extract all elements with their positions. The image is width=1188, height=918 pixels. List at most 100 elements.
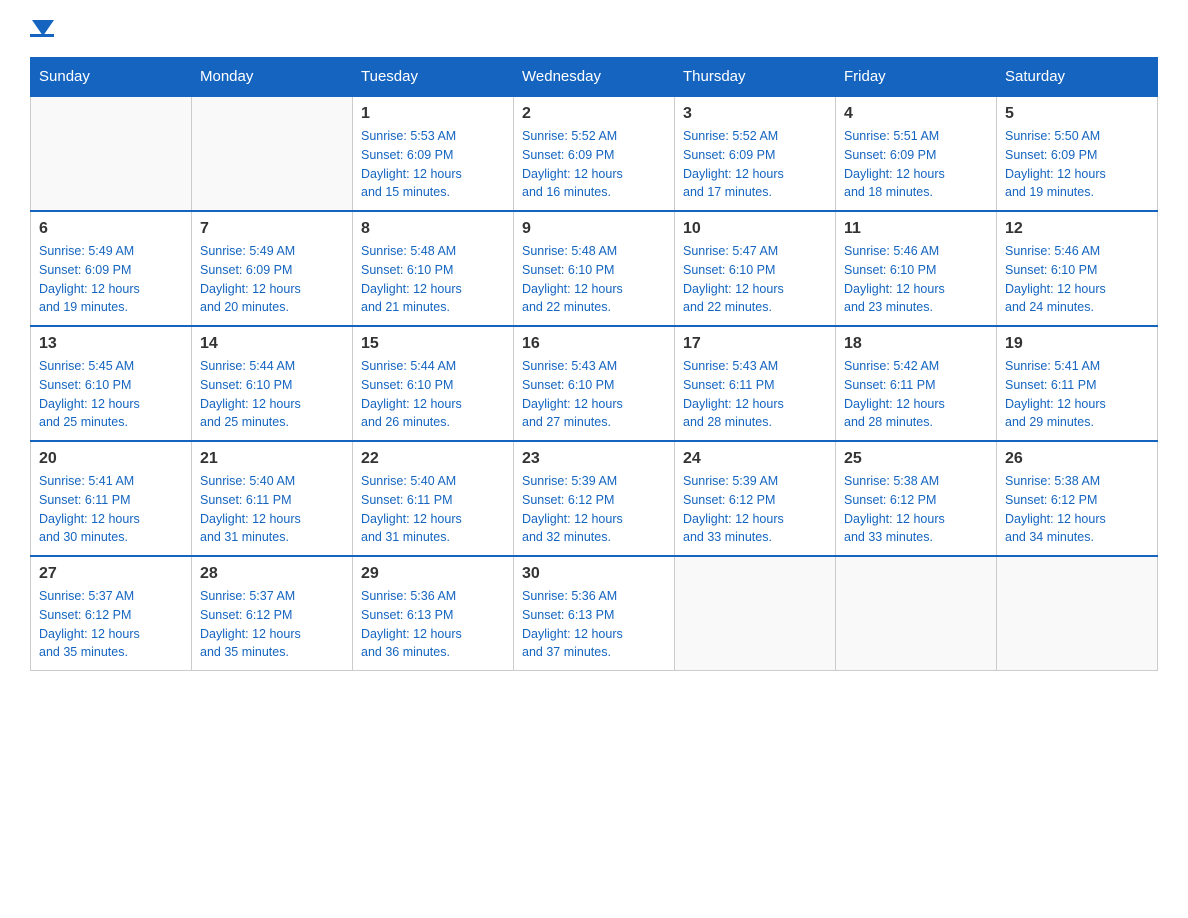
day-info: Sunrise: 5:37 AM Sunset: 6:12 PM Dayligh…: [200, 587, 344, 662]
calendar-cell: 29Sunrise: 5:36 AM Sunset: 6:13 PM Dayli…: [353, 556, 514, 671]
day-info: Sunrise: 5:46 AM Sunset: 6:10 PM Dayligh…: [844, 242, 988, 317]
day-header-saturday: Saturday: [997, 58, 1158, 97]
day-number: 16: [522, 335, 666, 353]
calendar-cell: [31, 96, 192, 211]
day-number: 5: [1005, 105, 1149, 123]
day-number: 21: [200, 450, 344, 468]
day-info: Sunrise: 5:42 AM Sunset: 6:11 PM Dayligh…: [844, 357, 988, 432]
day-number: 9: [522, 220, 666, 238]
logo: [30, 20, 54, 37]
calendar-cell: 17 Sunrise: 5:43 AM Sunset: 6:11 PM Dayli…: [675, 326, 836, 441]
day-number: 29: [361, 565, 505, 583]
day-header-thursday: Thursday: [675, 58, 836, 97]
calendar-cell: 11 Sunrise: 5:46 AM Sunset: 6:10 PM Dayli…: [836, 211, 997, 326]
day-info: Sunrise: 5:43 AM Sunset: 6:10 PM Dayligh…: [522, 357, 666, 432]
calendar-cell: 2 Sunrise: 5:52 AM Sunset: 6:09 PM Daylig…: [514, 96, 675, 211]
logo-underline: [30, 34, 54, 37]
day-info: Sunrise: 5:41 AM Sunset: 6:11 PM Dayligh…: [39, 472, 183, 547]
day-info: Sunrise: 5:50 AM Sunset: 6:09 PM Dayligh…: [1005, 127, 1149, 202]
calendar-cell: 10 Sunrise: 5:47 AM Sunset: 6:10 PM Dayli…: [675, 211, 836, 326]
day-info: Sunrise: 5:53 AM Sunset: 6:09 PM Dayligh…: [361, 127, 505, 202]
day-number: 11: [844, 220, 988, 238]
day-header-wednesday: Wednesday: [514, 58, 675, 97]
week-row-2: 6 Sunrise: 5:49 AM Sunset: 6:09 PM Daylig…: [31, 211, 1158, 326]
day-header-friday: Friday: [836, 58, 997, 97]
week-row-4: 20 Sunrise: 5:41 AM Sunset: 6:11 PM Dayli…: [31, 441, 1158, 556]
day-info: Sunrise: 5:52 AM Sunset: 6:09 PM Dayligh…: [683, 127, 827, 202]
day-number: 27: [39, 565, 183, 583]
day-info: Sunrise: 5:43 AM Sunset: 6:11 PM Dayligh…: [683, 357, 827, 432]
day-info: Sunrise: 5:49 AM Sunset: 6:09 PM Dayligh…: [200, 242, 344, 317]
calendar-cell: 18 Sunrise: 5:42 AM Sunset: 6:11 PM Dayli…: [836, 326, 997, 441]
calendar-cell: 26Sunrise: 5:38 AM Sunset: 6:12 PM Dayli…: [997, 441, 1158, 556]
calendar-cell: 27 Sunrise: 5:37 AM Sunset: 6:12 PM Dayli…: [31, 556, 192, 671]
calendar-cell: 4 Sunrise: 5:51 AM Sunset: 6:09 PM Daylig…: [836, 96, 997, 211]
page-header: [30, 20, 1158, 37]
day-info: Sunrise: 5:36 AM Sunset: 6:13 PM Dayligh…: [522, 587, 666, 662]
calendar-table: SundayMondayTuesdayWednesdayThursdayFrid…: [30, 57, 1158, 671]
calendar-cell: 22 Sunrise: 5:40 AM Sunset: 6:11 PM Dayli…: [353, 441, 514, 556]
calendar-cell: 3 Sunrise: 5:52 AM Sunset: 6:09 PM Daylig…: [675, 96, 836, 211]
calendar-cell: 21 Sunrise: 5:40 AM Sunset: 6:11 PM Dayli…: [192, 441, 353, 556]
day-info: Sunrise: 5:39 AM Sunset: 6:12 PM Dayligh…: [522, 472, 666, 547]
day-number: 13: [39, 335, 183, 353]
day-number: 6: [39, 220, 183, 238]
calendar-cell: [997, 556, 1158, 671]
week-row-3: 13 Sunrise: 5:45 AM Sunset: 6:10 PM Dayli…: [31, 326, 1158, 441]
day-info: Sunrise: 5:40 AM Sunset: 6:11 PM Dayligh…: [200, 472, 344, 547]
calendar-cell: 8 Sunrise: 5:48 AM Sunset: 6:10 PM Daylig…: [353, 211, 514, 326]
day-number: 23: [522, 450, 666, 468]
calendar-cell: 14Sunrise: 5:44 AM Sunset: 6:10 PM Dayli…: [192, 326, 353, 441]
day-number: 24: [683, 450, 827, 468]
day-info: Sunrise: 5:40 AM Sunset: 6:11 PM Dayligh…: [361, 472, 505, 547]
day-info: Sunrise: 5:45 AM Sunset: 6:10 PM Dayligh…: [39, 357, 183, 432]
calendar-cell: 9 Sunrise: 5:48 AM Sunset: 6:10 PM Daylig…: [514, 211, 675, 326]
day-number: 8: [361, 220, 505, 238]
week-row-1: 1 Sunrise: 5:53 AM Sunset: 6:09 PM Daylig…: [31, 96, 1158, 211]
calendar-cell: 6 Sunrise: 5:49 AM Sunset: 6:09 PM Daylig…: [31, 211, 192, 326]
calendar-cell: 7 Sunrise: 5:49 AM Sunset: 6:09 PM Daylig…: [192, 211, 353, 326]
day-number: 7: [200, 220, 344, 238]
day-number: 19: [1005, 335, 1149, 353]
day-number: 20: [39, 450, 183, 468]
day-number: 17: [683, 335, 827, 353]
calendar-cell: 19Sunrise: 5:41 AM Sunset: 6:11 PM Dayli…: [997, 326, 1158, 441]
calendar-cell: 24 Sunrise: 5:39 AM Sunset: 6:12 PM Dayli…: [675, 441, 836, 556]
day-header-tuesday: Tuesday: [353, 58, 514, 97]
day-info: Sunrise: 5:48 AM Sunset: 6:10 PM Dayligh…: [361, 242, 505, 317]
day-info: Sunrise: 5:52 AM Sunset: 6:09 PM Dayligh…: [522, 127, 666, 202]
day-number: 4: [844, 105, 988, 123]
calendar-header-row: SundayMondayTuesdayWednesdayThursdayFrid…: [31, 58, 1158, 97]
day-number: 25: [844, 450, 988, 468]
day-number: 18: [844, 335, 988, 353]
day-info: Sunrise: 5:48 AM Sunset: 6:10 PM Dayligh…: [522, 242, 666, 317]
day-number: 26: [1005, 450, 1149, 468]
day-info: Sunrise: 5:44 AM Sunset: 6:10 PM Dayligh…: [361, 357, 505, 432]
calendar-cell: 5 Sunrise: 5:50 AM Sunset: 6:09 PM Daylig…: [997, 96, 1158, 211]
day-number: 2: [522, 105, 666, 123]
calendar-cell: 20 Sunrise: 5:41 AM Sunset: 6:11 PM Dayli…: [31, 441, 192, 556]
day-number: 22: [361, 450, 505, 468]
calendar-cell: [675, 556, 836, 671]
calendar-cell: 15Sunrise: 5:44 AM Sunset: 6:10 PM Dayli…: [353, 326, 514, 441]
day-number: 30: [522, 565, 666, 583]
calendar-cell: [192, 96, 353, 211]
day-info: Sunrise: 5:37 AM Sunset: 6:12 PM Dayligh…: [39, 587, 183, 662]
day-info: Sunrise: 5:51 AM Sunset: 6:09 PM Dayligh…: [844, 127, 988, 202]
day-number: 10: [683, 220, 827, 238]
calendar-cell: 1 Sunrise: 5:53 AM Sunset: 6:09 PM Daylig…: [353, 96, 514, 211]
calendar-cell: 28Sunrise: 5:37 AM Sunset: 6:12 PM Dayli…: [192, 556, 353, 671]
day-info: Sunrise: 5:47 AM Sunset: 6:10 PM Dayligh…: [683, 242, 827, 317]
day-number: 3: [683, 105, 827, 123]
calendar-cell: 25 Sunrise: 5:38 AM Sunset: 6:12 PM Dayli…: [836, 441, 997, 556]
day-info: Sunrise: 5:49 AM Sunset: 6:09 PM Dayligh…: [39, 242, 183, 317]
day-header-sunday: Sunday: [31, 58, 192, 97]
day-info: Sunrise: 5:38 AM Sunset: 6:12 PM Dayligh…: [844, 472, 988, 547]
calendar-cell: 23 Sunrise: 5:39 AM Sunset: 6:12 PM Dayli…: [514, 441, 675, 556]
day-number: 14: [200, 335, 344, 353]
day-number: 1: [361, 105, 505, 123]
day-header-monday: Monday: [192, 58, 353, 97]
calendar-cell: 30 Sunrise: 5:36 AM Sunset: 6:13 PM Dayli…: [514, 556, 675, 671]
day-info: Sunrise: 5:39 AM Sunset: 6:12 PM Dayligh…: [683, 472, 827, 547]
calendar-cell: [836, 556, 997, 671]
